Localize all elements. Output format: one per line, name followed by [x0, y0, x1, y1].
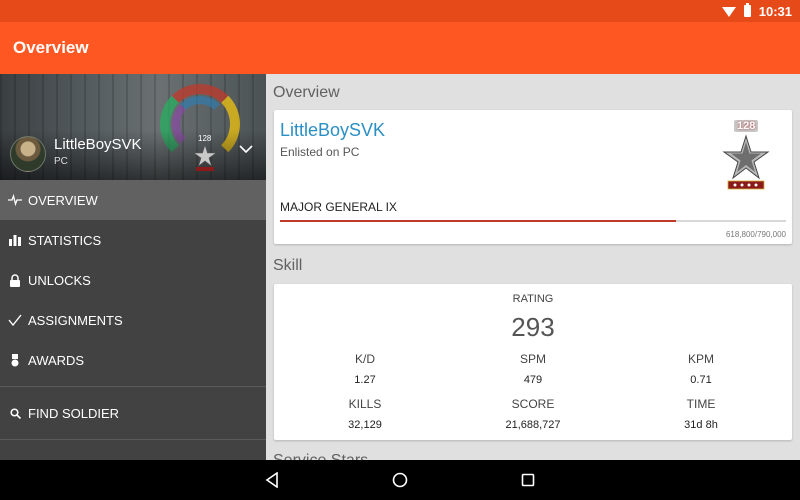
- stat-label-kd: K/D: [354, 352, 375, 366]
- stat-label-kills: KILLS: [348, 397, 382, 411]
- rank-xp-text: 618,800/790,000: [725, 230, 786, 239]
- nav-item-find-soldier[interactable]: FIND SOLDIER: [0, 393, 266, 433]
- lock-icon: [8, 273, 22, 287]
- app-bar-title: Overview: [13, 38, 89, 57]
- stat-value-spm: 479: [523, 374, 543, 386]
- rank-number: 128: [734, 120, 759, 132]
- nav-item-label: ASSIGNMENTS: [28, 312, 123, 328]
- skill-card: RATING 293 K/D 1.27 SPM 479 KPM 0.71 KIL…: [274, 284, 792, 440]
- drawer-rank-number: 128: [198, 134, 212, 143]
- rank-insignia-icon: [722, 134, 770, 190]
- drawer-profile-platform: PC: [54, 156, 68, 167]
- nav-item-overview[interactable]: OVERVIEW: [0, 180, 266, 220]
- medal-icon: [8, 353, 22, 367]
- rank-insignia-icon: [193, 144, 217, 171]
- main-content[interactable]: Overview LittleBoySVK Enlisted on PC 128…: [266, 74, 800, 460]
- nav-item-statistics[interactable]: STATISTICS: [0, 220, 266, 260]
- nav-item-label: AWARDS: [28, 352, 85, 368]
- recents-icon[interactable]: [519, 471, 537, 489]
- bar-chart-icon: [8, 233, 22, 247]
- section-title-service-stars: Service Stars: [273, 452, 368, 460]
- soldier-name[interactable]: LittleBoySVK: [280, 120, 385, 141]
- stat-value-kills: 32,129: [348, 419, 382, 431]
- status-bar: 10:31: [0, 0, 800, 22]
- wifi-icon: [721, 7, 736, 17]
- stat-value-score: 21,688,727: [505, 419, 561, 431]
- status-clock: 10:31: [758, 3, 792, 19]
- chevron-down-icon[interactable]: [238, 144, 254, 154]
- drawer-header[interactable]: LittleBoySVK PC 128: [0, 74, 266, 180]
- stat-label-score: SCORE: [511, 397, 555, 411]
- search-icon: [8, 406, 22, 420]
- pulse-icon: [8, 193, 22, 207]
- nav-item-label: UNLOCKS: [28, 272, 91, 288]
- nav-item-label: OVERVIEW: [28, 192, 98, 208]
- rating-value: 293: [511, 312, 555, 342]
- navigation-drawer: LittleBoySVK PC 128 OVERVIEW STATISTICS …: [0, 74, 266, 460]
- rating-label: RATING: [512, 293, 554, 305]
- nav-item-awards[interactable]: AWARDS: [0, 340, 266, 380]
- rank-progress-bar: [280, 220, 786, 222]
- nav-item-assignments[interactable]: ASSIGNMENTS: [0, 300, 266, 340]
- nav-item-label: STATISTICS: [28, 232, 102, 248]
- nav-item-label: FIND SOLDIER: [28, 405, 120, 421]
- app-bar: Overview: [0, 22, 800, 74]
- back-icon[interactable]: [263, 471, 281, 489]
- avatar: [10, 136, 46, 172]
- rank-progress-fill: [280, 220, 677, 222]
- nav-divider: [0, 386, 266, 387]
- overview-card: LittleBoySVK Enlisted on PC 128 MAJOR GE…: [274, 110, 792, 244]
- enlisted-prefix: Enlisted on: [280, 145, 340, 159]
- battery-icon: [743, 3, 751, 17]
- enlisted-info: Enlisted on PC: [280, 145, 359, 159]
- drawer-profile-name: LittleBoySVK: [54, 136, 142, 153]
- stat-value-kd: 1.27: [354, 374, 376, 386]
- stat-value-time: 31d 8h: [684, 419, 718, 431]
- stat-label-spm: SPM: [519, 352, 546, 366]
- rank-title: MAJOR GENERAL IX: [280, 200, 397, 214]
- stat-label-kpm: KPM: [687, 352, 714, 366]
- check-icon: [8, 313, 22, 327]
- home-icon[interactable]: [391, 471, 409, 489]
- section-title-skill: Skill: [273, 257, 303, 274]
- stat-value-kpm: 0.71: [690, 374, 712, 386]
- nav-item-unlocks[interactable]: UNLOCKS: [0, 260, 266, 300]
- system-navigation-bar: [0, 460, 800, 500]
- nav-divider: [0, 439, 266, 440]
- stat-label-time: TIME: [686, 397, 716, 411]
- enlisted-platform: PC: [342, 145, 360, 159]
- section-title-overview: Overview: [273, 84, 340, 101]
